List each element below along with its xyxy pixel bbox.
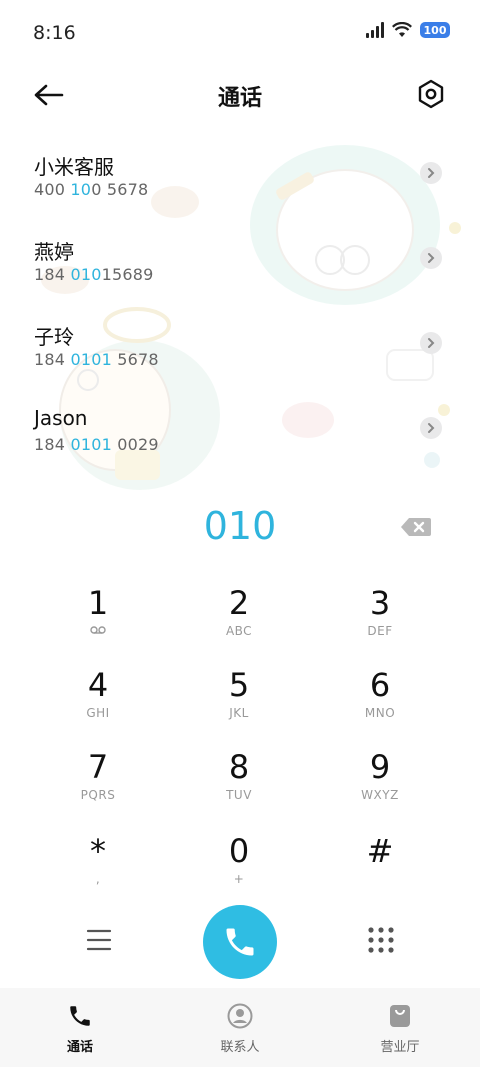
dialpad-icon[interactable] <box>367 926 395 954</box>
bottom-nav: 通话 联系人 营业厅 <box>0 988 480 1067</box>
tab-contacts[interactable]: 联系人 <box>160 988 320 1067</box>
contact-number: 184 0101 5678 <box>34 350 159 369</box>
contact-row[interactable]: 燕婷 184 01015689 <box>0 225 480 310</box>
contact-results-list: 小米客服 400 100 5678 燕婷 184 01015689 子玲 184… <box>0 140 480 480</box>
key-0[interactable]: 0 + <box>169 828 309 908</box>
key-4[interactable]: 4 GHI <box>28 662 168 742</box>
status-time: 8:16 <box>33 22 76 44</box>
contact-name: 小米客服 <box>34 155 114 179</box>
contact-row[interactable]: Jason 184 0101 0029 <box>0 395 480 480</box>
call-button[interactable] <box>203 905 277 979</box>
header: 通话 <box>0 70 480 120</box>
menu-icon[interactable] <box>86 928 112 952</box>
key-9[interactable]: 9 WXYZ <box>310 744 450 824</box>
contact-number: 400 100 5678 <box>34 180 149 199</box>
battery-icon: 100 <box>420 22 450 38</box>
key-3[interactable]: 3 DEF <box>310 580 450 660</box>
contacts-icon <box>226 1002 254 1030</box>
contact-name: 燕婷 <box>34 240 74 264</box>
status-icons: 100 <box>366 22 450 38</box>
phone-icon <box>66 1002 94 1030</box>
contact-row[interactable]: 子玲 184 0101 5678 <box>0 310 480 395</box>
tab-store[interactable]: 营业厅 <box>320 988 480 1067</box>
voicemail-icon <box>28 624 168 638</box>
chevron-right-icon[interactable] <box>420 247 442 269</box>
contact-row[interactable]: 小米客服 400 100 5678 <box>0 140 480 225</box>
contact-name: Jason <box>34 406 88 430</box>
contact-number: 184 0101 0029 <box>34 435 159 454</box>
wifi-icon <box>392 22 412 37</box>
tab-label: 营业厅 <box>380 1040 420 1055</box>
key-2[interactable]: 2 ABC <box>169 580 309 660</box>
page-title: 通话 <box>217 86 262 111</box>
settings-hexagon-icon[interactable] <box>416 78 446 110</box>
key-8[interactable]: 8 TUV <box>169 744 309 824</box>
chevron-right-icon[interactable] <box>420 417 442 439</box>
backspace-icon[interactable] <box>400 517 432 537</box>
tab-label: 通话 <box>66 1040 93 1055</box>
key-1[interactable]: 1 <box>28 580 168 660</box>
key-5[interactable]: 5 JKL <box>169 662 309 742</box>
contact-number: 184 01015689 <box>34 265 154 284</box>
status-bar: 8:16 100 <box>0 0 480 68</box>
tab-calls[interactable]: 通话 <box>0 988 160 1067</box>
phone-icon <box>226 928 254 956</box>
shopping-bag-icon <box>386 1002 414 1030</box>
chevron-right-icon[interactable] <box>420 162 442 184</box>
signal-icon <box>366 22 384 38</box>
key-7[interactable]: 7 PQRS <box>28 744 168 824</box>
contact-name: 子玲 <box>34 325 74 349</box>
key-hash[interactable]: # <box>310 828 450 908</box>
tab-label: 联系人 <box>220 1040 260 1055</box>
chevron-right-icon[interactable] <box>420 332 442 354</box>
key-star[interactable]: *, <box>28 828 168 908</box>
key-6[interactable]: 6 MNO <box>310 662 450 742</box>
